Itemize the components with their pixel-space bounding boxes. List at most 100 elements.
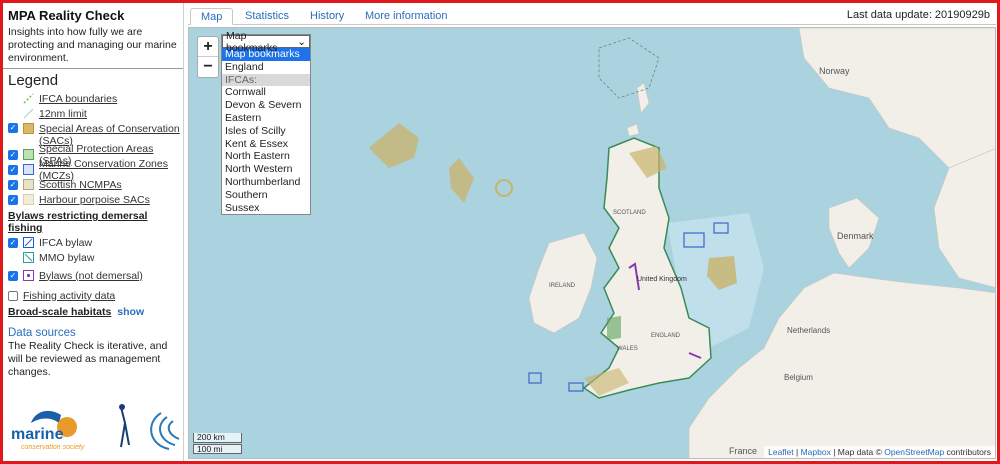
last-data-update: Last data update: 20190929b [846,9,990,21]
rosemary-bank [495,179,513,197]
hatch-swatch-icon [23,237,34,248]
legend-item-label: Harbour porpoise SACs [39,193,150,206]
bookmark-option[interactable]: Northumberland [222,176,310,189]
attrib-text: | Map data © [830,447,885,457]
map-attribution: Leaflet | Mapbox | Map data © OpenStreet… [764,446,995,458]
spa-swatch [23,149,34,160]
ncmpas-checkbox[interactable]: ✓ [8,179,18,190]
app-title: MPA Reality Check [8,8,125,23]
shetland-land [636,82,650,114]
legend-heading: Legend [8,72,59,89]
partner-logos: marine conservation society [11,404,180,451]
sweden-land [933,148,995,288]
orkney-land [626,123,640,137]
zoom-out-button[interactable]: − [198,57,218,77]
sac-swatch [23,123,34,134]
data-sources-text: The Reality Check is iterative, and will… [8,340,168,378]
scale-km: 200 km [193,433,242,443]
checkbox-placeholder [8,94,18,104]
bookmark-option[interactable]: North Eastern [222,150,310,163]
sidebar: MPA Reality Check Insights into how full… [3,3,184,461]
osm-link[interactable]: OpenStreetMap [884,447,944,457]
bookmark-option[interactable]: Map bookmarks [222,48,310,61]
tab-more-information[interactable]: More information [365,8,448,25]
bookmark-group-label: IFCAs: [222,73,310,87]
legend-item-mczs[interactable]: ✓ Marine Conservation Zones (MCZs) [3,158,183,182]
attrib-sep: | [793,447,801,457]
bookmark-option[interactable]: Eastern [222,112,310,125]
tab-bar: Map Statistics History More information … [188,6,996,25]
scale-bar: 200 km 100 mi [193,433,242,454]
legend-item-label: MMO bylaw [39,251,95,264]
data-sources-link[interactable]: Data sources [3,321,183,340]
wales-coast-sac [607,316,621,340]
tab-statistics[interactable]: Statistics [245,8,289,25]
tab-map[interactable]: Map [190,8,234,25]
legend-item-ifca-bylaw[interactable]: ✓ IFCA bylaw [3,235,183,250]
diver-logo-icon [119,404,130,448]
hatch-swatch-icon [23,252,34,263]
map-bookmarks-select[interactable]: Map bookmarks ⌄ [222,30,310,54]
label-france: France [729,446,758,456]
broad-scale-row: Broad-scale habitats show [3,303,183,321]
label-belgium: Belgium [784,373,813,382]
org-sub-text: conservation society [21,444,85,451]
offshore-sac-1 [449,158,474,203]
fishing-activity-checkbox[interactable] [8,290,18,301]
bookmark-option[interactable]: Kent & Essex [222,138,310,151]
label-norway: Norway [819,66,850,76]
bookmark-option[interactable]: North Western [222,163,310,176]
org-name-text: marine [11,426,64,443]
zoom-in-button[interactable]: + [198,37,218,57]
mapbox-link[interactable]: Mapbox [801,447,831,457]
scale-mi: 100 mi [193,444,242,454]
line-icon [23,108,34,119]
label-netherlands: Netherlands [787,326,831,335]
leaflet-link[interactable]: Leaflet [768,447,794,457]
label-ireland: IRELAND [549,283,576,289]
attrib-tail: contributors [944,447,991,457]
checkbox-placeholder [8,109,18,119]
legend-item-harbour-porpoise[interactable]: ✓ Harbour porpoise SACs [3,192,183,207]
spas-checkbox[interactable]: ✓ [8,149,18,160]
dolphin-logo-icon: marine conservation society [11,410,85,451]
sacs-checkbox[interactable]: ✓ [8,123,18,133]
label-wales: WALES [617,346,638,352]
map-bookmarks-dropdown[interactable]: Map bookmarks ⌄ Map bookmarks England IF… [221,30,311,216]
ncmpa-outline [598,37,660,99]
legend-item-label: IFCA boundaries [39,92,118,105]
legend-item-12nm-limit[interactable]: 12nm limit [3,106,183,121]
ifca-bylaw-checkbox[interactable]: ✓ [8,237,18,248]
label-denmark: Denmark [837,231,874,241]
intro-text: Insights into how fully we are protectin… [3,25,183,69]
bookmark-option[interactable]: Southern [222,189,310,202]
legend-item-label: Scottish NCMPAs [39,178,122,191]
tab-history[interactable]: History [310,8,344,25]
legend-item-mmo-bylaw[interactable]: MMO bylaw [3,250,183,265]
bookmark-option[interactable]: Devon & Severn [222,99,310,112]
checkbox-placeholder [8,253,18,263]
map-view[interactable]: Norway Denmark United Kingdom SCOTLAND E… [188,27,996,459]
bookmark-option[interactable]: Sussex [222,202,310,215]
rockall-sac [369,123,419,168]
chevron-down-icon: ⌄ [297,35,306,48]
label-england: ENGLAND [651,333,681,339]
legend-item-label: Fishing activity data [23,289,116,302]
label-scotland: SCOTLAND [613,210,646,216]
bookmark-option[interactable]: Isles of Scilly [222,125,310,138]
porpoise-swatch [23,194,34,205]
mczs-checkbox[interactable]: ✓ [8,164,18,175]
legend-item-ifca-boundaries[interactable]: IFCA boundaries [3,91,183,106]
mcz-box-4 [568,382,584,392]
legend-item-bylaws-not-demersal[interactable]: ✓ Bylaws (not demersal) [3,268,183,283]
dashed-line-icon [23,93,34,104]
legend-item-fishing-activity[interactable]: Fishing activity data [3,288,183,303]
broad-scale-show-link[interactable]: show [117,306,144,318]
not-demersal-checkbox[interactable]: ✓ [8,270,18,281]
bookmark-option[interactable]: Cornwall [222,86,310,99]
porpoise-checkbox[interactable]: ✓ [8,194,18,205]
bookmark-option[interactable]: England [222,61,310,74]
mcz-swatch [23,164,34,175]
broad-scale-label: Broad-scale habitats [8,306,112,318]
label-united-kingdom: United Kingdom [637,276,687,283]
